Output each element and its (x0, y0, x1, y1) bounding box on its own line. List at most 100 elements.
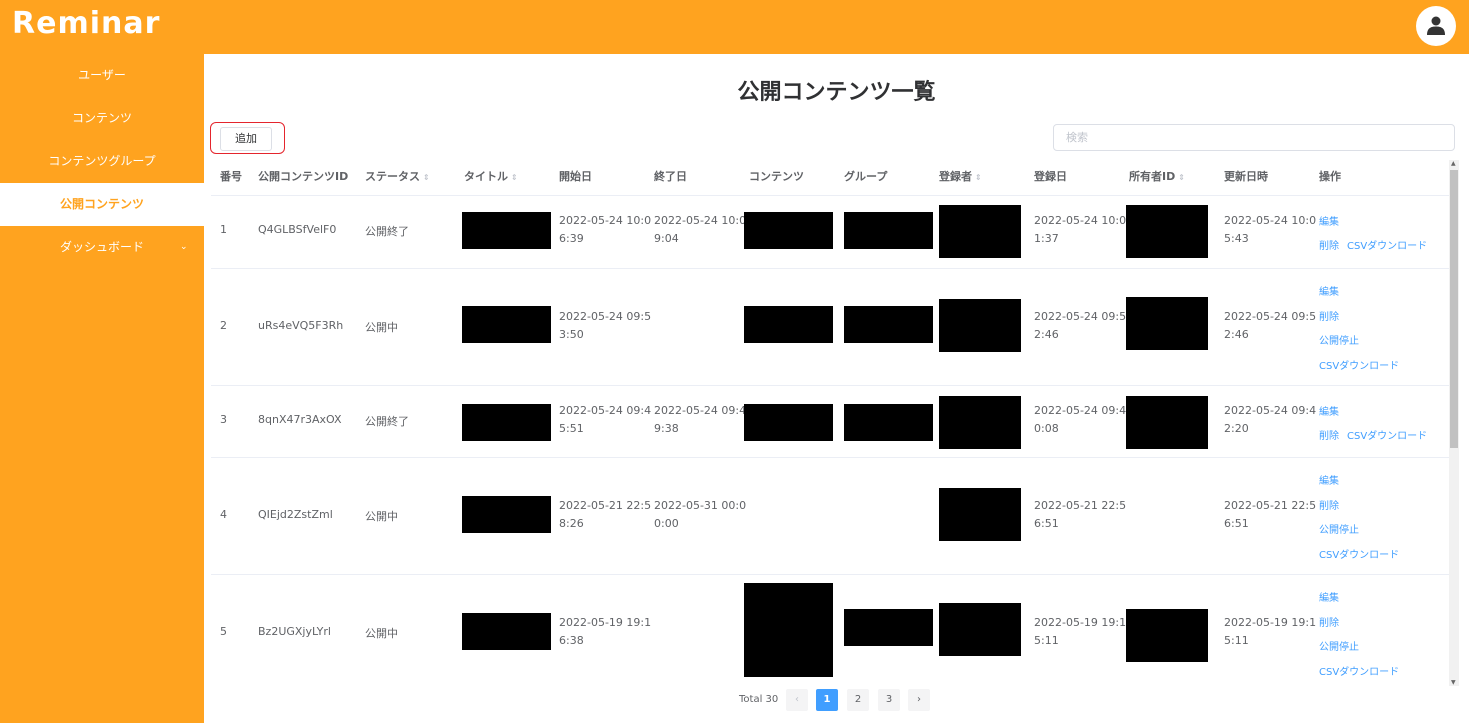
redacted-owner (1126, 609, 1208, 662)
column-header-title[interactable]: タイトル ⇕ (464, 160, 518, 196)
sidebar-item-public-contents[interactable]: 公開コンテンツ (0, 183, 204, 226)
scroll-down-icon[interactable]: ▼ (1451, 679, 1456, 686)
redacted-group (844, 306, 933, 343)
row-number: 4 (220, 508, 227, 521)
redacted-content (744, 306, 833, 343)
redacted-title (462, 404, 551, 441)
row-end-date: 2022-05-24 09:4 9:38 (654, 404, 747, 435)
row-id: uRs4eVQ5F3Rh (258, 319, 344, 332)
divider (211, 574, 1449, 575)
row-start-date: 2022-05-24 09:5 3:50 (559, 310, 652, 341)
csv-download-link[interactable]: CSVダウンロード (1319, 663, 1399, 678)
row-number: 5 (220, 625, 227, 638)
app-logo[interactable]: Reminar (12, 6, 160, 41)
row-id: QIEjd2ZstZml (258, 508, 333, 521)
sidebar-item-label: ダッシュボード (59, 240, 144, 254)
sidebar-item-content-groups[interactable]: コンテンツグループ (0, 140, 204, 183)
row-end-date: 2022-05-31 00:0 0:00 (654, 499, 747, 530)
row-end-date: 2022-05-24 10:0 9:04 (654, 214, 747, 245)
row-reg-date: 2022-05-24 09:4 0:08 (1034, 404, 1127, 435)
row-id: 8qnX47r3AxOX (258, 413, 342, 426)
pagination-next-button[interactable]: › (908, 689, 930, 711)
edit-link[interactable]: 編集 (1319, 589, 1339, 604)
redacted-content (744, 404, 833, 441)
sort-icon[interactable]: ⇕ (975, 173, 982, 182)
row-number: 1 (220, 223, 227, 236)
pagination-prev-button[interactable]: ‹ (786, 689, 808, 711)
scrollbar-thumb[interactable] (1450, 170, 1458, 448)
pagination-page-1[interactable]: 1 (816, 689, 838, 711)
column-header-owner[interactable]: 所有者ID ⇕ (1129, 160, 1185, 196)
column-header-no: 番号 (220, 170, 242, 183)
redacted-reg (939, 299, 1021, 352)
sidebar-item-contents[interactable]: コンテンツ (0, 97, 204, 140)
sort-icon[interactable]: ⇕ (1178, 173, 1185, 182)
column-header-registrant[interactable]: 登録者 ⇕ (939, 160, 982, 196)
pagination-page-2[interactable]: 2 (847, 689, 869, 711)
delete-link[interactable]: 削除 (1319, 614, 1339, 629)
sidebar-item-label: コンテンツグループ (48, 154, 156, 168)
redacted-content (744, 583, 833, 677)
csv-download-link[interactable]: CSVダウンロード (1347, 427, 1427, 442)
row-id: Bz2UGXjyLYrl (258, 625, 331, 638)
vertical-scrollbar[interactable]: ▲ ▼ (1449, 160, 1459, 686)
page-title: 公開コンテンツ一覧 (737, 80, 936, 105)
user-icon (1427, 16, 1445, 35)
sidebar-item-label: 公開コンテンツ (59, 197, 144, 211)
row-number: 2 (220, 319, 227, 332)
row-status: 公開終了 (365, 415, 409, 428)
sidebar-item-label: ユーザー (78, 68, 126, 82)
sort-icon[interactable]: ⇕ (423, 173, 430, 182)
row-status: 公開終了 (365, 225, 409, 238)
redacted-content (744, 212, 833, 249)
scroll-up-icon[interactable]: ▲ (1451, 160, 1456, 167)
column-header-status[interactable]: ステータス ⇕ (365, 160, 430, 196)
csv-download-link[interactable]: CSVダウンロード (1347, 237, 1427, 252)
row-status: 公開中 (365, 321, 398, 334)
row-reg-date: 2022-05-24 09:5 2:46 (1034, 310, 1127, 341)
column-header-group: グループ (844, 170, 888, 183)
delete-link[interactable]: 削除 (1319, 427, 1339, 442)
edit-link[interactable]: 編集 (1319, 213, 1339, 228)
add-button[interactable]: 追加 (220, 127, 272, 151)
row-upd-date: 2022-05-24 09:5 2:46 (1224, 310, 1317, 341)
row-start-date: 2022-05-19 19:1 6:38 (559, 616, 652, 647)
redacted-title (462, 306, 551, 343)
sort-icon[interactable]: ⇕ (511, 173, 518, 182)
csv-download-link[interactable]: CSVダウンロード (1319, 357, 1399, 372)
unpublish-link[interactable]: 公開停止 (1319, 521, 1359, 536)
edit-link[interactable]: 編集 (1319, 283, 1339, 298)
column-header-content: コンテンツ (749, 170, 804, 183)
column-header-id: 公開コンテンツID (258, 170, 349, 183)
edit-link[interactable]: 編集 (1319, 403, 1339, 418)
public-contents-table: 番号 公開コンテンツID ステータス ⇕ タイトル ⇕ 開始日 終了日 コンテンツ … (211, 160, 1449, 680)
add-button-highlight: 追加 (210, 122, 285, 154)
delete-link[interactable]: 削除 (1319, 237, 1339, 252)
unpublish-link[interactable]: 公開停止 (1319, 638, 1359, 653)
column-header-end: 終了日 (654, 170, 687, 183)
pagination-total: Total 30 (739, 694, 779, 705)
delete-link[interactable]: 削除 (1319, 308, 1339, 323)
row-id: Q4GLBSfVelF0 (258, 223, 337, 236)
sidebar-item-label: コンテンツ (71, 111, 132, 125)
divider (211, 457, 1449, 458)
edit-link[interactable]: 編集 (1319, 472, 1339, 487)
row-start-date: 2022-05-24 09:4 5:51 (559, 404, 652, 435)
user-avatar-button[interactable] (1416, 6, 1456, 46)
search-input[interactable] (1053, 124, 1455, 151)
redacted-reg (939, 205, 1021, 258)
column-header-start: 開始日 (559, 170, 592, 183)
csv-download-link[interactable]: CSVダウンロード (1319, 546, 1399, 561)
pagination-page-3[interactable]: 3 (878, 689, 900, 711)
redacted-owner (1126, 297, 1208, 350)
row-reg-date: 2022-05-19 19:1 5:11 (1034, 616, 1127, 647)
sidebar-item-users[interactable]: ユーザー (0, 54, 204, 97)
sidebar-item-dashboard[interactable]: ダッシュボード ⌄ (0, 226, 204, 269)
row-status: 公開中 (365, 510, 398, 523)
row-upd-date: 2022-05-19 19:1 5:11 (1224, 616, 1317, 647)
main-content: 公開コンテンツ一覧 追加 番号 公開コンテンツID ステータス⇕ タイトル⇕ 開… (204, 54, 1469, 723)
redacted-title (462, 613, 551, 650)
column-header-actions: 操作 (1319, 170, 1341, 183)
unpublish-link[interactable]: 公開停止 (1319, 332, 1359, 347)
delete-link[interactable]: 削除 (1319, 497, 1339, 512)
